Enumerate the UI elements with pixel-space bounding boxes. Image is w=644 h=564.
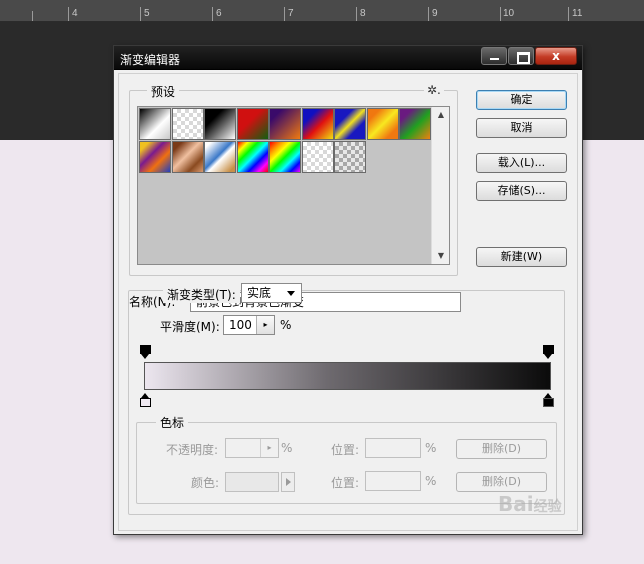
color-stop-swatch: [140, 398, 151, 407]
chevron-down-icon: [287, 291, 295, 296]
stop-pointer-icon: [544, 354, 552, 359]
watermark-suffix: 经验: [533, 499, 562, 515]
opacity-location-input: [365, 438, 421, 458]
opacity-stop-left[interactable]: [140, 345, 151, 359]
gradient-settings: 渐变类型(T): 实底 平滑度(M): 100 ▸ % 色标 不透明度: ▸ %…: [113, 0, 583, 564]
ruler-number: 4: [72, 8, 78, 19]
watermark-text: Bai: [498, 492, 534, 516]
chevron-right-icon: ▸: [260, 439, 278, 457]
delete-opacity-stop-button: 删除(D): [456, 439, 547, 459]
color-menu-icon: [281, 472, 295, 492]
chevron-right-icon[interactable]: ▸: [256, 316, 274, 334]
opacity-stop-right[interactable]: [543, 345, 554, 359]
delete-color-stop-button: 删除(D): [456, 472, 547, 492]
color-swatch-field: [225, 472, 279, 492]
gradient-preview-bar[interactable]: [144, 362, 551, 390]
color-stop-left[interactable]: [140, 393, 151, 407]
opacity-input: ▸: [225, 438, 279, 458]
color-stop-swatch: [543, 398, 554, 407]
gradient-type-value: 实底: [247, 286, 272, 300]
opacity-stop-swatch: [543, 345, 554, 354]
opacity-stop-swatch: [140, 345, 151, 354]
color-stop-right[interactable]: [543, 393, 554, 407]
opacity-unit: %: [281, 441, 293, 455]
smoothness-input[interactable]: 100 ▸: [223, 315, 275, 335]
smoothness-value: 100: [229, 318, 252, 332]
color-location-label: 位置:: [331, 476, 360, 490]
gradient-type-label: 渐变类型(T):: [163, 286, 240, 303]
opacity-location-unit: %: [425, 441, 437, 455]
opacity-location-label: 位置:: [331, 443, 360, 457]
gradient-type-select[interactable]: 实底: [241, 283, 302, 303]
opacity-label: 不透明度:: [166, 443, 219, 457]
color-location-unit: %: [425, 474, 437, 488]
smoothness-unit: %: [280, 318, 292, 332]
color-location-input: [365, 471, 421, 491]
ruler-tick: [68, 7, 69, 21]
stop-pointer-icon: [141, 354, 149, 359]
ruler-tick: [32, 11, 33, 21]
color-stops-label: 色标: [156, 414, 189, 431]
color-label: 颜色:: [191, 476, 220, 490]
smoothness-label: 平滑度(M):: [160, 320, 220, 334]
baidu-watermark: Bai经验: [498, 492, 562, 516]
